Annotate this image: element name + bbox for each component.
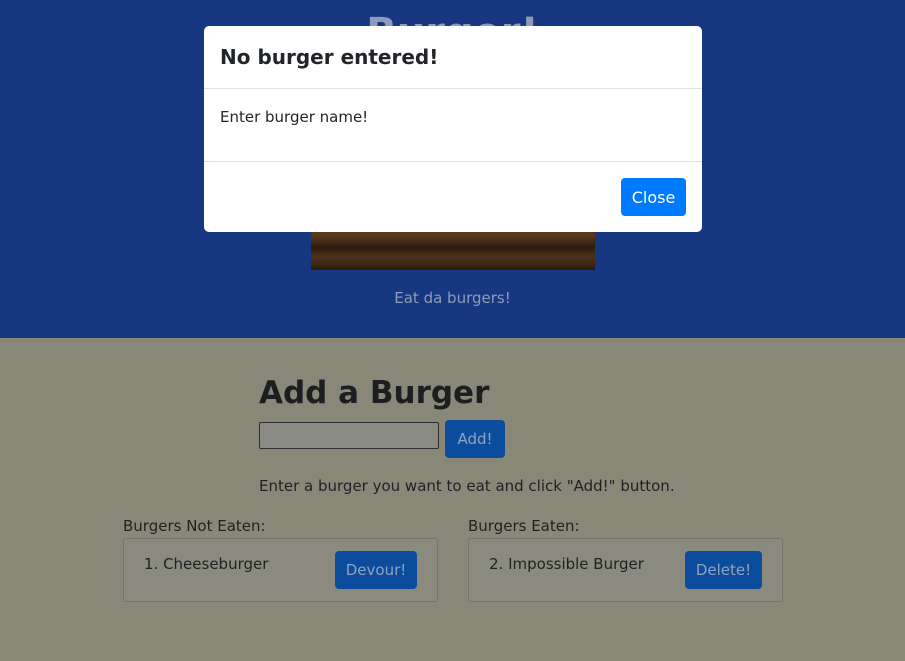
modal-body-text: Enter burger name! — [220, 108, 369, 126]
list-item: 1. Cheeseburger — [144, 555, 269, 573]
list-item: 2. Impossible Burger — [489, 555, 644, 573]
modal-header: No burger entered! — [204, 26, 702, 89]
delete-button[interactable]: Delete! — [685, 551, 762, 589]
devour-button[interactable]: Devour! — [335, 551, 417, 589]
add-button[interactable]: Add! — [445, 420, 505, 458]
eaten-list: 2. Impossible Burger Delete! — [468, 538, 783, 602]
eaten-label: Burgers Eaten: — [468, 517, 580, 535]
not-eaten-label: Burgers Not Eaten: — [123, 517, 266, 535]
burger-name-input[interactable] — [259, 422, 439, 449]
not-eaten-list: 1. Cheeseburger Devour! — [123, 538, 438, 602]
alert-modal: No burger entered! Enter burger name! Cl… — [204, 26, 702, 232]
add-hint-text: Enter a burger you want to eat and click… — [259, 477, 675, 495]
modal-title: No burger entered! — [220, 45, 439, 69]
close-button[interactable]: Close — [621, 178, 686, 216]
add-burger-heading: Add a Burger — [259, 375, 490, 411]
tagline: Eat da burgers! — [394, 289, 511, 307]
